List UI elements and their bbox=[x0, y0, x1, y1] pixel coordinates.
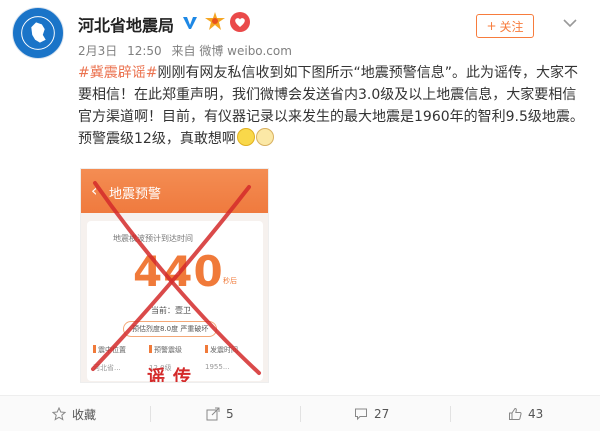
divider bbox=[150, 406, 151, 422]
favorite-button[interactable]: 收藏 bbox=[52, 396, 96, 432]
post-image[interactable]: ‹ 地震预警 地震横波预计到达时间 440 秒后 当前：壹卫 预估烈度8.0度 … bbox=[80, 168, 269, 383]
divider bbox=[300, 406, 301, 422]
post-date[interactable]: 2月3日 bbox=[78, 44, 117, 58]
chevron-down-icon[interactable] bbox=[562, 17, 578, 29]
stat-value: 河北省... bbox=[93, 364, 121, 372]
like-count: 43 bbox=[528, 407, 544, 421]
divider bbox=[450, 406, 451, 422]
like-button[interactable]: 43 bbox=[508, 396, 543, 432]
stat-time: 发震时间 1955... bbox=[205, 345, 238, 371]
post-source: 来自 微博 weibo.com bbox=[171, 44, 292, 58]
follow-label: 关注 bbox=[499, 19, 524, 34]
alert-header: ‹ 地震预警 bbox=[81, 169, 268, 213]
stat-label: 预警震级 bbox=[154, 346, 182, 354]
avatar[interactable] bbox=[12, 7, 64, 59]
account-name[interactable]: 河北省地震局 bbox=[78, 12, 174, 36]
laugh-emoji-icon bbox=[236, 128, 255, 146]
follow-button[interactable]: + 关注 bbox=[476, 14, 534, 38]
forward-count: 5 bbox=[226, 407, 234, 421]
stat-label: 震中位置 bbox=[98, 346, 126, 354]
favorite-label: 收藏 bbox=[72, 407, 97, 422]
comment-button[interactable]: 27 bbox=[354, 396, 389, 432]
government-badge-icon bbox=[205, 12, 225, 30]
thumbs-up-icon bbox=[509, 407, 522, 420]
post-meta: 2月3日 12:50 来自 微博 weibo.com bbox=[78, 42, 298, 59]
post-time[interactable]: 12:50 bbox=[127, 44, 162, 58]
comment-count: 27 bbox=[374, 407, 390, 421]
action-bar: 收藏 5 27 43 bbox=[0, 395, 600, 431]
forward-button[interactable]: 5 bbox=[206, 396, 234, 432]
current-location: 当前：壹卫 bbox=[151, 306, 191, 315]
star-icon bbox=[52, 407, 66, 421]
back-arrow-icon: ‹ bbox=[91, 181, 98, 200]
post-body: #冀震辟谣#刚刚有网友私信收到如下图所示“地震预警信息”。此为谣传，大家不要相信… bbox=[78, 62, 588, 150]
shocked-emoji-icon bbox=[255, 128, 274, 146]
alert-title: 地震预警 bbox=[109, 187, 162, 202]
stat-epicenter: 震中位置 河北省... bbox=[93, 345, 126, 373]
topic-tag[interactable]: #冀震辟谣# bbox=[78, 65, 157, 81]
intensity-prediction: 预估烈度8.0度 严重破坏 bbox=[123, 321, 218, 337]
stat-value: 1955... bbox=[205, 363, 230, 371]
stat-label: 发震时间 bbox=[210, 346, 238, 354]
hebei-earthquake-logo-icon bbox=[14, 9, 62, 57]
forward-icon bbox=[206, 407, 220, 421]
countdown-number: 440 bbox=[133, 247, 224, 296]
plus-icon: + bbox=[486, 19, 497, 33]
alert-subtitle: 地震横波预计到达时间 bbox=[113, 234, 193, 243]
rumor-stamp: 谣传 bbox=[147, 367, 199, 383]
comment-icon bbox=[355, 408, 367, 421]
alert-card: 地震横波预计到达时间 440 秒后 当前：壹卫 预估烈度8.0度 严重破坏 震中… bbox=[87, 221, 263, 381]
verified-icon bbox=[182, 14, 198, 30]
countdown-unit: 秒后 bbox=[223, 277, 237, 285]
heart-badge-icon bbox=[230, 12, 250, 32]
